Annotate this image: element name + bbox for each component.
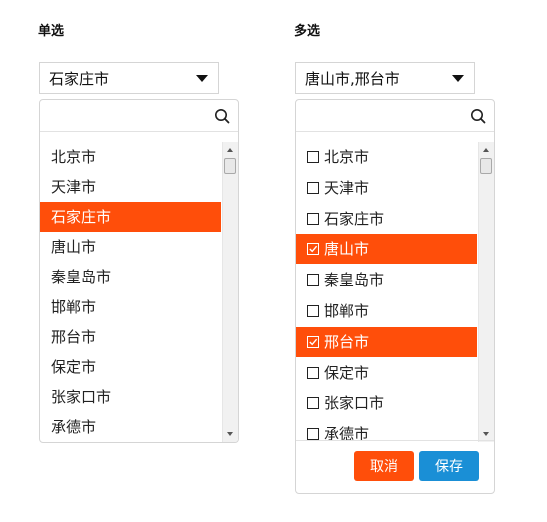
- scroll-thumb[interactable]: [480, 158, 492, 174]
- list-item[interactable]: 北京市: [40, 142, 221, 172]
- single-select-value: 石家庄市: [49, 69, 110, 88]
- list-item-label: 邯郸市: [51, 298, 97, 316]
- single-select-box[interactable]: 石家庄市: [39, 62, 219, 94]
- checkbox-icon[interactable]: [307, 182, 319, 194]
- list-item-label: 张家口市: [51, 388, 112, 406]
- check-icon: [309, 245, 318, 253]
- single-select-title: 单选: [38, 24, 65, 39]
- checkbox-icon[interactable]: [307, 397, 319, 409]
- list-item-label: 张家口市: [324, 394, 385, 412]
- list-item[interactable]: 保定市: [296, 358, 477, 388]
- multi-select-value: 唐山市,邢台市: [305, 69, 400, 88]
- list-item[interactable]: 唐山市: [40, 232, 221, 262]
- list-item[interactable]: 石家庄市: [40, 202, 221, 232]
- list-item[interactable]: 石家庄市: [296, 204, 477, 234]
- scroll-down-icon[interactable]: [483, 432, 489, 436]
- list-item-label: 石家庄市: [51, 208, 112, 226]
- page: 单选 石家庄市 北京市 天津市 石家庄市 唐山市 秦皇岛市 邯郸市 邢台市 保定市 张家口市 承德…: [0, 0, 547, 522]
- list-item-label: 天津市: [51, 178, 97, 196]
- list-item[interactable]: 邯郸市: [40, 292, 221, 322]
- single-dropdown-panel: 北京市天津市石家庄市唐山市秦皇岛市邯郸市邢台市保定市张家口市承德市: [39, 99, 239, 443]
- list-item[interactable]: 秦皇岛市: [40, 262, 221, 292]
- scroll-thumb[interactable]: [224, 158, 236, 174]
- checkbox-icon[interactable]: [307, 274, 319, 286]
- checkbox-checked-icon[interactable]: [307, 243, 319, 255]
- checkbox-checked-icon[interactable]: [307, 336, 319, 348]
- multi-footer: 取消 保存: [296, 440, 494, 493]
- caret-down-icon: [196, 75, 208, 82]
- multi-select-title: 多选: [294, 24, 321, 39]
- list-item[interactable]: 承德市: [296, 419, 477, 442]
- list-item[interactable]: 保定市: [40, 352, 221, 382]
- list-item-label: 保定市: [324, 364, 370, 382]
- list-item-label: 唐山市: [324, 240, 370, 258]
- save-button[interactable]: 保存: [419, 451, 479, 481]
- list-item-label: 石家庄市: [324, 210, 385, 228]
- list-item-label: 承德市: [51, 418, 97, 436]
- list-item[interactable]: 秦皇岛市: [296, 265, 477, 295]
- check-icon: [309, 338, 318, 346]
- list-item-label: 邢台市: [51, 328, 97, 346]
- checkbox-icon[interactable]: [307, 151, 319, 163]
- list-item-label: 邯郸市: [324, 302, 370, 320]
- single-search-input[interactable]: [40, 100, 208, 130]
- single-options-list: 北京市天津市石家庄市唐山市秦皇岛市邯郸市邢台市保定市张家口市承德市: [40, 142, 238, 442]
- list-item-label: 唐山市: [51, 238, 97, 256]
- multi-search-row: [296, 100, 494, 132]
- scroll-up-icon[interactable]: [483, 148, 489, 152]
- list-item-label: 邢台市: [324, 333, 370, 351]
- multi-dropdown-panel: 北京市天津市石家庄市唐山市秦皇岛市邯郸市邢台市保定市张家口市承德市 取消 保存: [295, 99, 495, 494]
- cancel-button[interactable]: 取消: [354, 451, 414, 481]
- list-item-label: 秦皇岛市: [51, 268, 112, 286]
- list-item-label: 北京市: [51, 148, 97, 166]
- list-item[interactable]: 邢台市: [296, 327, 477, 357]
- list-item-label: 秦皇岛市: [324, 271, 385, 289]
- list-item[interactable]: 天津市: [40, 172, 221, 202]
- list-item[interactable]: 张家口市: [40, 382, 221, 412]
- list-item[interactable]: 邯郸市: [296, 296, 477, 326]
- list-item[interactable]: 天津市: [296, 173, 477, 203]
- list-item[interactable]: 承德市: [40, 412, 221, 442]
- multi-scrollbar[interactable]: [478, 142, 494, 442]
- multi-options-list: 北京市天津市石家庄市唐山市秦皇岛市邯郸市邢台市保定市张家口市承德市: [296, 142, 494, 442]
- checkbox-icon[interactable]: [307, 213, 319, 225]
- list-item-label: 保定市: [51, 358, 97, 376]
- checkbox-icon[interactable]: [307, 305, 319, 317]
- multi-search-input[interactable]: [296, 100, 464, 130]
- list-item-label: 北京市: [324, 148, 370, 166]
- scroll-down-icon[interactable]: [227, 432, 233, 436]
- list-item[interactable]: 北京市: [296, 142, 477, 172]
- list-item[interactable]: 唐山市: [296, 234, 477, 264]
- list-item[interactable]: 张家口市: [296, 388, 477, 418]
- multi-select-box[interactable]: 唐山市,邢台市: [295, 62, 475, 94]
- list-item[interactable]: 邢台市: [40, 322, 221, 352]
- checkbox-icon[interactable]: [307, 367, 319, 379]
- caret-down-icon: [452, 75, 464, 82]
- search-icon[interactable]: [470, 108, 486, 124]
- scroll-up-icon[interactable]: [227, 148, 233, 152]
- checkbox-icon[interactable]: [307, 428, 319, 440]
- search-icon[interactable]: [214, 108, 230, 124]
- list-item-label: 天津市: [324, 179, 370, 197]
- single-scrollbar[interactable]: [222, 142, 238, 442]
- single-search-row: [40, 100, 238, 132]
